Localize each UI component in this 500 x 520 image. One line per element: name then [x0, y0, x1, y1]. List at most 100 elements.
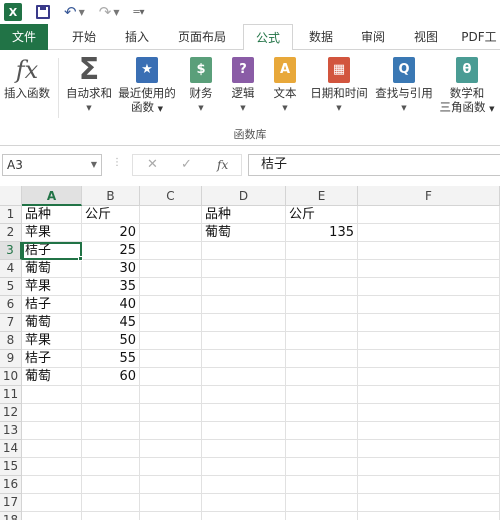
cell-a12[interactable] [22, 404, 82, 422]
cell-e4[interactable] [286, 260, 358, 278]
customize-icon[interactable]: ═▾ [133, 7, 144, 18]
cell-d13[interactable] [202, 422, 286, 440]
row-header-10[interactable]: 10 [0, 368, 22, 386]
cell-c14[interactable] [140, 440, 202, 458]
cell-e14[interactable] [286, 440, 358, 458]
cell-d18[interactable] [202, 512, 286, 520]
row-header-15[interactable]: 15 [0, 458, 22, 476]
cell-b7[interactable]: 45 [82, 314, 140, 332]
logical-button[interactable]: ? 逻辑 ▼ [224, 56, 262, 115]
cell-b11[interactable] [82, 386, 140, 404]
cell-a17[interactable] [22, 494, 82, 512]
cell-f5[interactable] [358, 278, 500, 296]
cell-c18[interactable] [140, 512, 202, 520]
cell-c5[interactable] [140, 278, 202, 296]
cell-f10[interactable] [358, 368, 500, 386]
cell-d6[interactable] [202, 296, 286, 314]
column-header-c[interactable]: C [140, 186, 202, 206]
cell-f16[interactable] [358, 476, 500, 494]
cell-c4[interactable] [140, 260, 202, 278]
cell-b15[interactable] [82, 458, 140, 476]
cell-a5[interactable]: 苹果 [22, 278, 82, 296]
cell-f4[interactable] [358, 260, 500, 278]
cell-e13[interactable] [286, 422, 358, 440]
tab-home[interactable]: 开始 [58, 24, 110, 50]
cell-b16[interactable] [82, 476, 140, 494]
cell-c12[interactable] [140, 404, 202, 422]
row-header-11[interactable]: 11 [0, 386, 22, 404]
enter-icon[interactable]: ✓ [181, 157, 192, 172]
cell-b12[interactable] [82, 404, 140, 422]
tab-insert[interactable]: 插入 [112, 24, 162, 50]
cell-d4[interactable] [202, 260, 286, 278]
cell-c9[interactable] [140, 350, 202, 368]
undo-icon[interactable]: ↶ [64, 3, 77, 21]
cell-b8[interactable]: 50 [82, 332, 140, 350]
datetime-button[interactable]: ▦ 日期和时间 ▼ [306, 56, 372, 115]
cell-d12[interactable] [202, 404, 286, 422]
cell-e5[interactable] [286, 278, 358, 296]
column-header-a[interactable]: A [22, 186, 82, 206]
cell-f18[interactable] [358, 512, 500, 520]
tab-pdf[interactable]: PDF工 [454, 24, 500, 50]
cell-f2[interactable] [358, 224, 500, 242]
cell-d17[interactable] [202, 494, 286, 512]
autosum-button[interactable]: Σ 自动求和 ▼ [62, 55, 116, 115]
cell-b14[interactable] [82, 440, 140, 458]
row-header-7[interactable]: 7 [0, 314, 22, 332]
cell-a16[interactable] [22, 476, 82, 494]
cell-e10[interactable] [286, 368, 358, 386]
cell-a9[interactable]: 桔子 [22, 350, 82, 368]
row-header-2[interactable]: 2 [0, 224, 22, 242]
tab-data[interactable]: 数据 [296, 24, 346, 50]
cell-e3[interactable] [286, 242, 358, 260]
drag-handle-icon[interactable]: ⋮ [112, 157, 122, 168]
cell-e12[interactable] [286, 404, 358, 422]
tab-view[interactable]: 视图 [401, 24, 451, 50]
row-header-3[interactable]: 3 [0, 242, 22, 260]
insert-function-button[interactable]: fx 插入函数 [2, 56, 52, 100]
cell-d7[interactable] [202, 314, 286, 332]
cell-a7[interactable]: 葡萄 [22, 314, 82, 332]
cell-f7[interactable] [358, 314, 500, 332]
cell-b3[interactable]: 25 [82, 242, 140, 260]
cell-e1[interactable]: 公斤 [286, 206, 358, 224]
cell-c10[interactable] [140, 368, 202, 386]
cell-e6[interactable] [286, 296, 358, 314]
cell-c15[interactable] [140, 458, 202, 476]
cell-d16[interactable] [202, 476, 286, 494]
undo-dropdown-icon[interactable]: ▼ [79, 8, 85, 17]
cell-a1[interactable]: 品种 [22, 206, 82, 224]
row-header-4[interactable]: 4 [0, 260, 22, 278]
fill-handle[interactable] [78, 256, 83, 261]
cell-b4[interactable]: 30 [82, 260, 140, 278]
row-header-5[interactable]: 5 [0, 278, 22, 296]
column-header-e[interactable]: E [286, 186, 358, 206]
cell-f14[interactable] [358, 440, 500, 458]
lookup-reference-button[interactable]: Q 查找与引用 ▼ [372, 56, 436, 115]
cell-e2[interactable]: 135 [286, 224, 358, 242]
cell-a8[interactable]: 苹果 [22, 332, 82, 350]
cell-f3[interactable] [358, 242, 500, 260]
column-header-d[interactable]: D [202, 186, 286, 206]
cell-f15[interactable] [358, 458, 500, 476]
column-header-b[interactable]: B [82, 186, 140, 206]
row-header-13[interactable]: 13 [0, 422, 22, 440]
tab-formulas[interactable]: 公式 [243, 24, 293, 51]
text-button[interactable]: A 文本 ▼ [266, 56, 304, 115]
cell-d15[interactable] [202, 458, 286, 476]
cell-e9[interactable] [286, 350, 358, 368]
row-header-1[interactable]: 1 [0, 206, 22, 224]
cell-b9[interactable]: 55 [82, 350, 140, 368]
cell-e15[interactable] [286, 458, 358, 476]
cell-d1[interactable]: 品种 [202, 206, 286, 224]
cell-f17[interactable] [358, 494, 500, 512]
row-header-6[interactable]: 6 [0, 296, 22, 314]
cell-e17[interactable] [286, 494, 358, 512]
cell-c11[interactable] [140, 386, 202, 404]
redo-icon[interactable]: ↷ [99, 3, 112, 21]
save-icon[interactable] [36, 5, 50, 19]
cell-b17[interactable] [82, 494, 140, 512]
cell-c6[interactable] [140, 296, 202, 314]
tab-file[interactable]: 文件 [0, 24, 48, 50]
